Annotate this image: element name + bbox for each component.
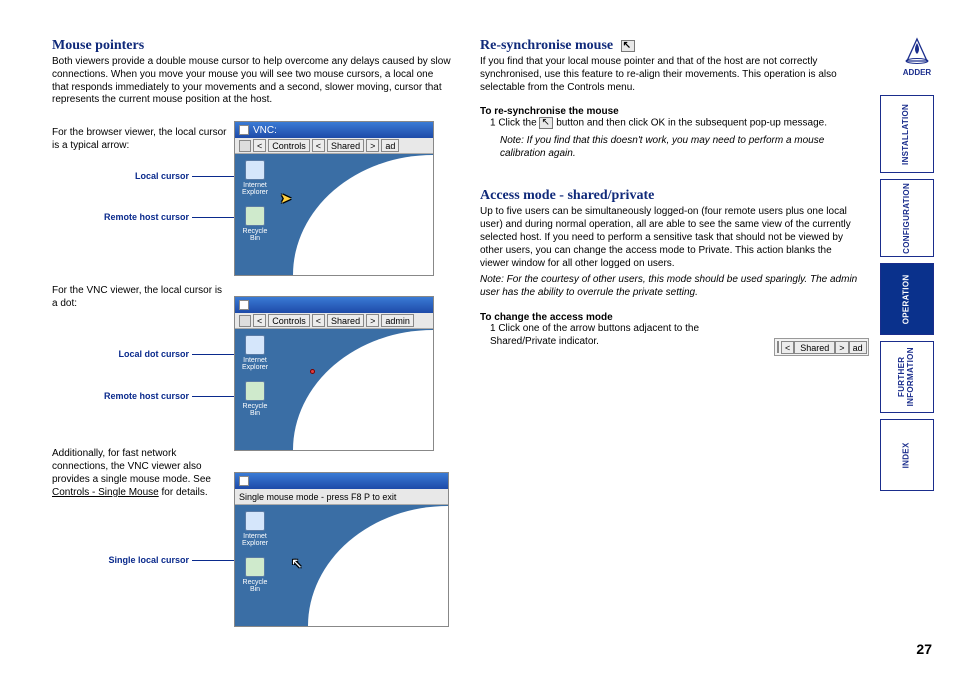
access-subhead: To change the access mode [480, 312, 860, 323]
vnc-window-icon [239, 476, 249, 486]
resync-mouse-icon[interactable] [539, 117, 553, 129]
screenshot-single-mouse: Single mouse mode - press F8 P to exit I… [234, 472, 449, 627]
tab-further-information[interactable]: FURTHER INFORMATION [880, 341, 934, 413]
single-mouse-bar: Single mouse mode - press F8 P to exit [235, 489, 448, 505]
access-note: Note: For the courtesy of other users, t… [480, 274, 860, 300]
browser-viewer-text: For the browser viewer, the local cursor… [52, 127, 227, 153]
desktop-icon-ie: Internet Explorer [239, 511, 271, 547]
heading-mouse-pointers: Mouse pointers [52, 38, 452, 54]
desktop-icon-recycle: Recycle Bin [239, 557, 271, 593]
screenshot-vnc-viewer: < Controls < Shared > admin Internet Exp… [234, 296, 434, 451]
sidebar-tabs: INSTALLATION CONFIGURATION OPERATION FUR… [880, 95, 934, 497]
tab-operation[interactable]: OPERATION [880, 263, 934, 335]
arrow-right-button[interactable]: > [835, 341, 848, 354]
strip-suffix: ad [849, 341, 867, 354]
shared-button[interactable]: Shared [327, 314, 364, 327]
resync-body: If you find that your local mouse pointe… [480, 56, 860, 94]
desktop-icon-recycle: Recycle Bin [239, 206, 271, 242]
vnc-title: VNC: [253, 125, 277, 136]
label-remote-host-cursor: Remote host cursor [82, 212, 189, 222]
vnc-toolbar-2: < Controls < Shared > admin [235, 313, 433, 329]
label-single-local-cursor: Single local cursor [84, 555, 189, 565]
vnc-window-icon [239, 300, 249, 310]
strip-icon [777, 341, 779, 353]
resync-subhead: To re-synchronise the mouse [480, 106, 860, 117]
access-body: Up to five users can be simultaneously l… [480, 206, 860, 270]
heading-access-mode: Access mode - shared/private [480, 188, 860, 204]
shared-private-indicator: < Shared > ad [774, 338, 869, 356]
controls-single-mouse-link[interactable]: Controls - Single Mouse [52, 487, 159, 498]
single-mouse-pre: Additionally, for fast network connectio… [52, 448, 211, 485]
screenshot-browser-viewer: VNC: < Controls < Shared > ad Internet E… [234, 121, 434, 276]
adder-logo-icon [902, 36, 932, 66]
tab-installation[interactable]: INSTALLATION [880, 95, 934, 173]
cursor-local-dot-icon [310, 369, 315, 374]
resync-step1: 1 Click the button and then click OK in … [480, 117, 860, 130]
resync-note: Note: If you find that this doesn't work… [480, 135, 860, 161]
vnc-window-icon [239, 125, 249, 135]
desktop-icon-ie: Internet Explorer [239, 160, 271, 196]
desktop-icon-ie: Internet Explorer [239, 335, 271, 371]
desktop-icon-recycle: Recycle Bin [239, 381, 271, 417]
tab-configuration[interactable]: CONFIGURATION [880, 179, 934, 257]
vnc-viewer-text: For the VNC viewer, the local cursor is … [52, 285, 227, 311]
label-remote-host-cursor-2: Remote host cursor [82, 391, 189, 401]
single-mouse-post: for details. [159, 487, 208, 498]
controls-button[interactable]: Controls [268, 139, 310, 152]
adder-logo: ADDER [902, 36, 932, 77]
controls-button[interactable]: Controls [268, 314, 310, 327]
arrow-left-button[interactable]: < [781, 341, 794, 354]
shared-button[interactable]: Shared [327, 139, 364, 152]
vnc-toolbar: < Controls < Shared > ad [235, 138, 433, 154]
mouse-icon [239, 315, 251, 327]
label-local-cursor: Local cursor [104, 171, 189, 181]
resync-mouse-icon [621, 40, 635, 52]
label-local-dot-cursor: Local dot cursor [94, 349, 189, 359]
tab-index[interactable]: INDEX [880, 419, 934, 491]
right-column: Re-synchronise mouse If you find that yo… [480, 38, 860, 349]
admin-label: ad [381, 139, 399, 152]
intro-text: Both viewers provide a double mouse curs… [52, 56, 452, 107]
cursor-single-arrow-icon: ↖ [291, 555, 303, 572]
shared-label: Shared [794, 341, 835, 354]
cursor-local-arrow-icon: ➤ [280, 190, 292, 207]
admin-label: admin [381, 314, 414, 327]
heading-resync-mouse: Re-synchronise mouse [480, 38, 860, 54]
mouse-icon [239, 140, 251, 152]
single-mouse-text: Additionally, for fast network connectio… [52, 448, 227, 499]
access-step1: 1 Click one of the arrow buttons adjacen… [480, 323, 750, 349]
page-number: 27 [916, 641, 932, 657]
single-mouse-bar-text: Single mouse mode - press F8 P to exit [239, 492, 396, 502]
